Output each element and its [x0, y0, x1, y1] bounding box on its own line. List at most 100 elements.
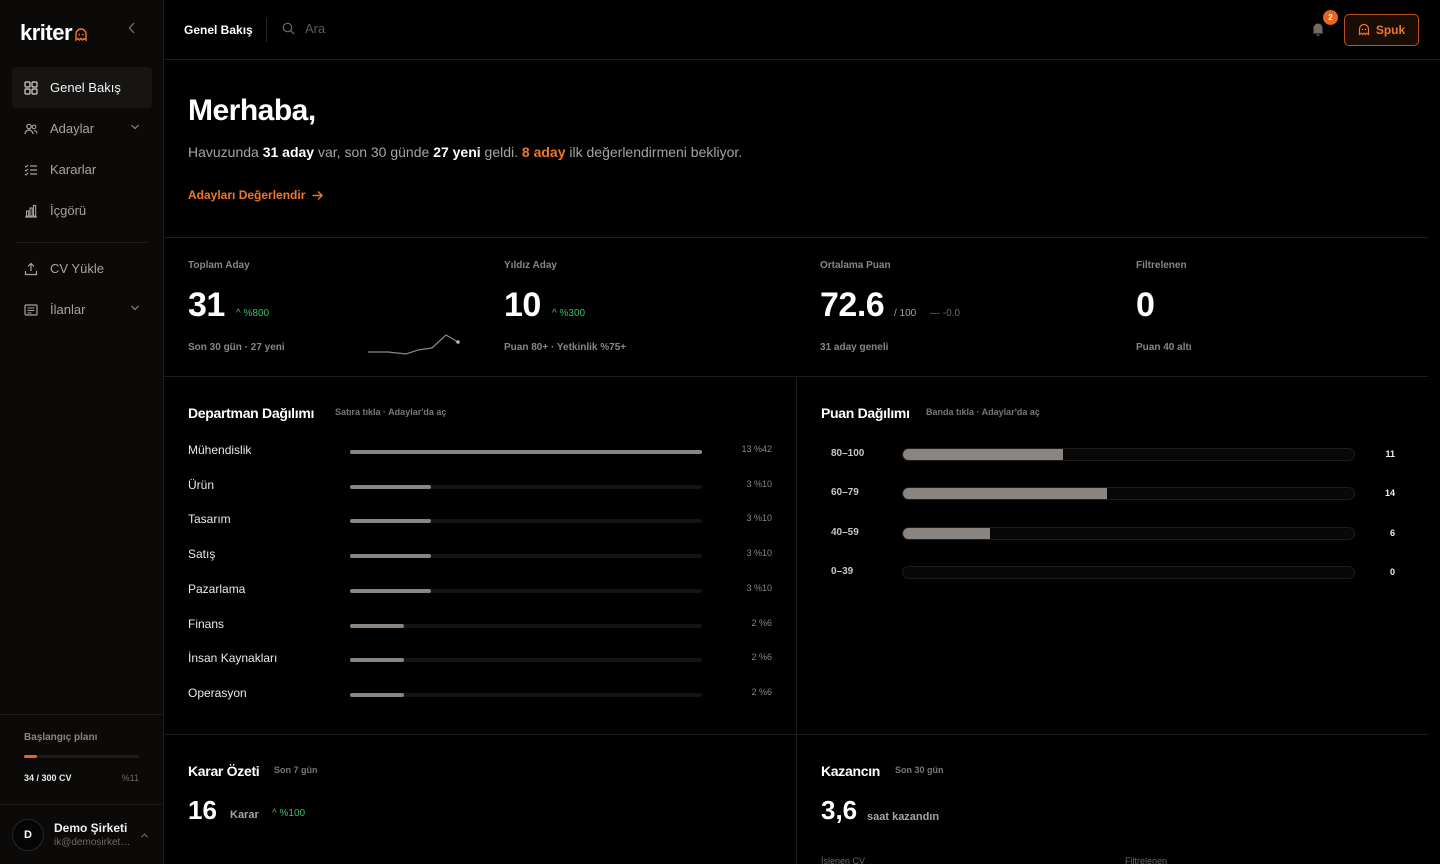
- logo[interactable]: kriter: [20, 20, 88, 46]
- stat-label: Filtrelenen: [1136, 260, 1187, 271]
- sidebar-item-insights[interactable]: İçgörü: [12, 190, 152, 231]
- chevron-down-icon: [131, 305, 139, 311]
- plan-progress-bar: [24, 755, 139, 758]
- score-band-label: 0–39: [831, 565, 854, 577]
- department-bar-track: [350, 692, 702, 697]
- department-bar-track: [350, 623, 702, 628]
- gain-unit: saat kazandın: [867, 811, 940, 823]
- ghost-icon: [1358, 24, 1369, 36]
- sidebar-item-label: Kararlar: [50, 162, 97, 177]
- department-name: Operasyon: [188, 685, 247, 700]
- user-email: ik@demosirketi.com: [54, 837, 132, 848]
- stat-average-score[interactable]: Ortalama Puan 72.6 / 100 — -0.0 31 aday …: [796, 238, 1112, 377]
- score-bar-track: [902, 487, 1355, 501]
- stat-footnote: 31 aday geneli: [820, 342, 889, 353]
- sidebar-divider: [16, 242, 148, 243]
- search-box[interactable]: [282, 21, 505, 36]
- bell-icon[interactable]: [1310, 21, 1326, 37]
- score-bar: [903, 449, 1064, 460]
- upload-icon: [24, 262, 38, 275]
- evaluate-candidates-link[interactable]: Adayları Değerlendir: [188, 188, 324, 202]
- department-row[interactable]: Finans 2 %6: [188, 615, 772, 635]
- chevron-left-icon: [128, 22, 135, 34]
- stat-footnote: Puan 40 altı: [1136, 342, 1192, 353]
- spuk-button[interactable]: Spuk: [1344, 14, 1419, 46]
- score-band-count: 6: [1389, 527, 1395, 538]
- decision-count: 16: [188, 795, 217, 825]
- spuk-label: Spuk: [1375, 23, 1406, 37]
- department-bar: [350, 484, 432, 489]
- department-value: 2 %6: [751, 652, 772, 663]
- department-bar: [350, 692, 405, 697]
- user-menu[interactable]: D Demo Şirketi ik@demosirketi.com: [0, 804, 163, 864]
- department-row[interactable]: Mühendislik 13 %42: [188, 441, 772, 461]
- stat-footnote: Puan 80+ · Yetkinlik %75+: [504, 342, 627, 353]
- stat-footnote: Son 30 gün · 27 yeni: [188, 342, 285, 353]
- sidebar-item-candidates[interactable]: Adaylar: [12, 108, 152, 149]
- score-band-row[interactable]: 40–59 6: [821, 524, 1395, 544]
- sidebar-item-listings[interactable]: İlanlar: [12, 289, 152, 330]
- department-name: Pazarlama: [188, 581, 246, 596]
- stat-unit: / 100: [894, 308, 917, 319]
- stat-total-candidates[interactable]: Toplam Aday 31 ^ %800 Son 30 gün · 27 ye…: [164, 238, 480, 377]
- sidebar-item-upload-cv[interactable]: CV Yükle: [12, 248, 152, 289]
- score-band-row[interactable]: 80–100 11: [821, 445, 1395, 465]
- score-band-label: 60–79: [831, 487, 859, 499]
- department-row[interactable]: Satış 3 %10: [188, 545, 772, 565]
- ghost-icon: [75, 28, 87, 42]
- score-bar-track: [902, 526, 1355, 540]
- collapse-sidebar-button[interactable]: [128, 22, 136, 37]
- stat-star-candidates[interactable]: Yıldız Aday 10 ^ %300 Puan 80+ · Yetkinl…: [480, 238, 796, 377]
- department-bar: [350, 658, 405, 663]
- panel-hint: Son 7 gün: [274, 765, 318, 775]
- department-row[interactable]: Operasyon 2 %6: [188, 684, 772, 704]
- stat-value: 31: [188, 286, 225, 324]
- score-band-row[interactable]: 60–79 14: [821, 484, 1395, 504]
- page-title: Genel Bakış: [184, 23, 253, 37]
- department-row[interactable]: Ürün 3 %10: [188, 476, 772, 496]
- sidebar-item-overview[interactable]: Genel Bakış: [12, 67, 152, 108]
- department-bar: [350, 623, 405, 628]
- department-name: İnsan Kaynakları: [188, 651, 278, 666]
- score-band-row[interactable]: 0–39 0: [821, 563, 1395, 583]
- chevron-up-icon: [140, 833, 149, 838]
- score-band-count: 0: [1389, 566, 1395, 577]
- welcome-section: Merhaba, Havuzunda 31 aday var, son 30 g…: [164, 60, 1428, 238]
- stats-row: Toplam Aday 31 ^ %800 Son 30 gün · 27 ye…: [164, 238, 1428, 377]
- department-row[interactable]: Tasarım 3 %10: [188, 510, 772, 530]
- panel-title: Kazancın: [821, 763, 881, 779]
- grid-icon: [24, 80, 38, 95]
- panel-title: Puan Dağılımı: [821, 405, 910, 421]
- department-row[interactable]: İnsan Kaynakları 2 %6: [188, 649, 772, 669]
- stat-value: 0: [1136, 286, 1155, 324]
- decision-summary-panel: Karar Özeti Son 7 gün 16 Karar ^ %100: [164, 735, 797, 864]
- list-check-icon: [24, 164, 37, 176]
- plan-progress-fill: [24, 755, 37, 758]
- sidebar-item-label: Adaylar: [50, 121, 95, 136]
- search-icon: [282, 22, 295, 35]
- department-bar-track: [350, 450, 702, 454]
- score-band-count: 11: [1385, 449, 1395, 459]
- decision-delta: ^ %100: [272, 808, 306, 819]
- topbar: Genel Bakış 2 Spuk: [164, 0, 1440, 60]
- department-name: Ürün: [188, 477, 215, 492]
- stat-label: Toplam Aday: [188, 260, 250, 271]
- department-bar-track: [350, 484, 702, 489]
- topbar-divider: [266, 18, 267, 42]
- newspaper-icon: [24, 303, 38, 316]
- plan-usage: Başlangıç planı 34 / 300 CV %11: [0, 714, 163, 804]
- stat-filtered[interactable]: Filtrelenen 0 Puan 40 altı: [1112, 238, 1428, 377]
- sidebar: kriter Genel Bakış Adaylar Kararlar İçgö…: [0, 0, 164, 864]
- stat-label: Yıldız Aday: [504, 260, 557, 271]
- panel-hint: Son 30 gün: [895, 765, 944, 775]
- score-band-label: 80–100: [831, 448, 865, 459]
- cta-label: Adayları Değerlendir: [188, 188, 306, 202]
- search-input[interactable]: [305, 21, 505, 36]
- department-row[interactable]: Pazarlama 3 %10: [188, 580, 772, 600]
- department-value: 2 %6: [751, 617, 772, 628]
- gain-hours: 3,6: [821, 795, 858, 825]
- sidebar-item-decisions[interactable]: Kararlar: [12, 149, 152, 190]
- decision-unit: Karar: [230, 809, 259, 821]
- sidebar-nav: Genel Bakış Adaylar Kararlar İçgörü CV Y…: [12, 67, 152, 330]
- score-band-label: 40–59: [831, 526, 859, 538]
